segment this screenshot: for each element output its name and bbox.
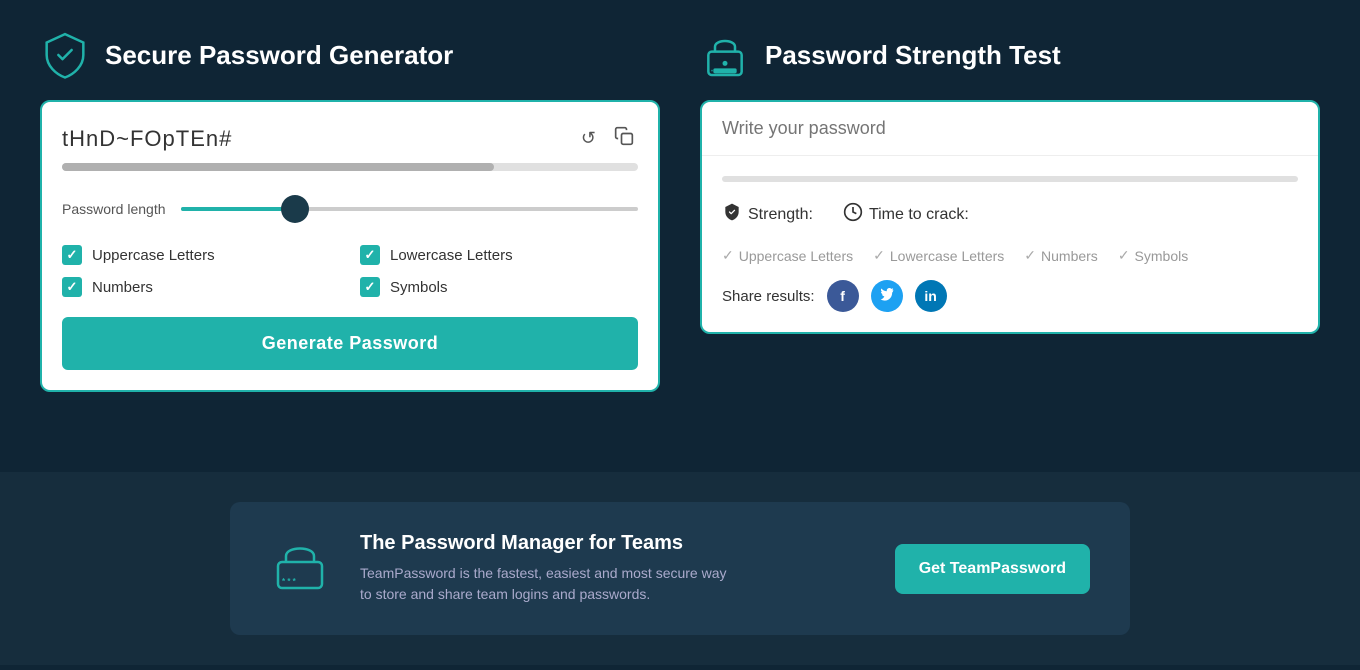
time-label: Time to crack: (869, 206, 969, 224)
check-uppercase: ✓ Uppercase Letters (722, 247, 853, 264)
checkbox-lowercase[interactable] (360, 245, 380, 265)
clock-icon (843, 202, 863, 227)
checkbox-numbers[interactable] (62, 277, 82, 297)
label-uppercase: Uppercase Letters (92, 247, 215, 264)
check-lowercase: ✓ Lowercase Letters (873, 247, 1004, 264)
checkbox-uppercase[interactable] (62, 245, 82, 265)
twitter-icon (880, 288, 894, 305)
strength-panel: * * * * Password Strength Test (700, 30, 1320, 392)
check-symbols-icon: ✓ (1118, 247, 1130, 264)
check-uppercase-label: Uppercase Letters (739, 248, 853, 264)
check-lowercase-label: Lowercase Letters (890, 248, 1004, 264)
copy-button[interactable] (610, 122, 638, 155)
check-numbers-label: Numbers (1041, 248, 1098, 264)
password-display-row: tHnD~FOpTEn# ↺ (62, 122, 638, 155)
strength-bar (722, 176, 1298, 182)
twitter-button[interactable] (871, 280, 903, 312)
length-slider[interactable] (181, 191, 638, 227)
generated-password: tHnD~FOpTEn# (62, 126, 567, 152)
option-uppercase: Uppercase Letters (62, 245, 340, 265)
checks-row: ✓ Uppercase Letters ✓ Lowercase Letters … (722, 247, 1298, 264)
banner-subtitle: TeamPassword is the fastest, easiest and… (360, 563, 865, 605)
scrollbar-thumb (62, 163, 494, 171)
share-label: Share results: (722, 288, 815, 305)
length-row: Password length (62, 191, 638, 227)
share-row: Share results: f in (722, 280, 1298, 312)
svg-text:* * * *: * * * * (711, 69, 726, 75)
check-numbers-icon: ✓ (1024, 247, 1036, 264)
check-symbols: ✓ Symbols (1118, 247, 1188, 264)
cta-button[interactable]: Get TeamPassword (895, 544, 1090, 594)
generator-panel: Secure Password Generator tHnD~FOpTEn# ↺ (40, 30, 660, 392)
generate-button[interactable]: Generate Password (62, 317, 638, 370)
linkedin-icon: in (924, 288, 936, 304)
facebook-button[interactable]: f (827, 280, 859, 312)
linkedin-button[interactable]: in (915, 280, 947, 312)
options-grid: Uppercase Letters Lowercase Letters Numb… (62, 245, 638, 297)
check-lowercase-icon: ✓ (873, 247, 885, 264)
password-input-area (702, 102, 1318, 156)
shield-icon (40, 30, 90, 80)
password-scrollbar (62, 163, 638, 171)
length-label: Password length (62, 201, 166, 217)
generator-card: tHnD~FOpTEn# ↺ Password lengt (40, 100, 660, 392)
check-numbers: ✓ Numbers (1024, 247, 1098, 264)
refresh-button[interactable]: ↺ (577, 124, 600, 153)
option-numbers: Numbers (62, 277, 340, 297)
copy-icon (614, 130, 634, 150)
generator-header: Secure Password Generator (40, 30, 660, 80)
label-symbols: Symbols (390, 279, 448, 296)
slider-fill (181, 207, 295, 211)
banner-title: The Password Manager for Teams (360, 532, 865, 555)
strength-body: Strength: Time to crack: (702, 156, 1318, 332)
option-symbols: Symbols (360, 277, 638, 297)
label-lowercase: Lowercase Letters (390, 247, 513, 264)
banner-text: The Password Manager for Teams TeamPassw… (360, 532, 865, 605)
refresh-icon: ↺ (581, 128, 596, 148)
strength-header: * * * * Password Strength Test (700, 30, 1320, 80)
bottom-banner: * * * The Password Manager for Teams Tea… (0, 472, 1360, 665)
shield-strength-icon (722, 202, 742, 227)
banner-lock-icon: * * * (270, 534, 330, 604)
slider-track (181, 207, 638, 211)
strength-value: Strength: (722, 202, 813, 227)
option-lowercase: Lowercase Letters (360, 245, 638, 265)
generator-title: Secure Password Generator (105, 40, 453, 71)
checkbox-symbols[interactable] (360, 277, 380, 297)
strength-title: Password Strength Test (765, 40, 1061, 71)
slider-thumb[interactable] (281, 195, 309, 223)
label-numbers: Numbers (92, 279, 153, 296)
strength-label: Strength: (748, 206, 813, 224)
lock-icon: * * * * (700, 30, 750, 80)
check-uppercase-icon: ✓ (722, 247, 734, 264)
password-input[interactable] (722, 118, 1298, 139)
strength-card: Strength: Time to crack: (700, 100, 1320, 334)
banner-inner: * * * The Password Manager for Teams Tea… (230, 502, 1130, 635)
strength-indicators: Strength: Time to crack: (722, 202, 1298, 227)
svg-text:* * *: * * * (282, 577, 297, 586)
time-to-crack-value: Time to crack: (843, 202, 969, 227)
facebook-icon: f (840, 288, 845, 304)
check-symbols-label: Symbols (1135, 248, 1189, 264)
